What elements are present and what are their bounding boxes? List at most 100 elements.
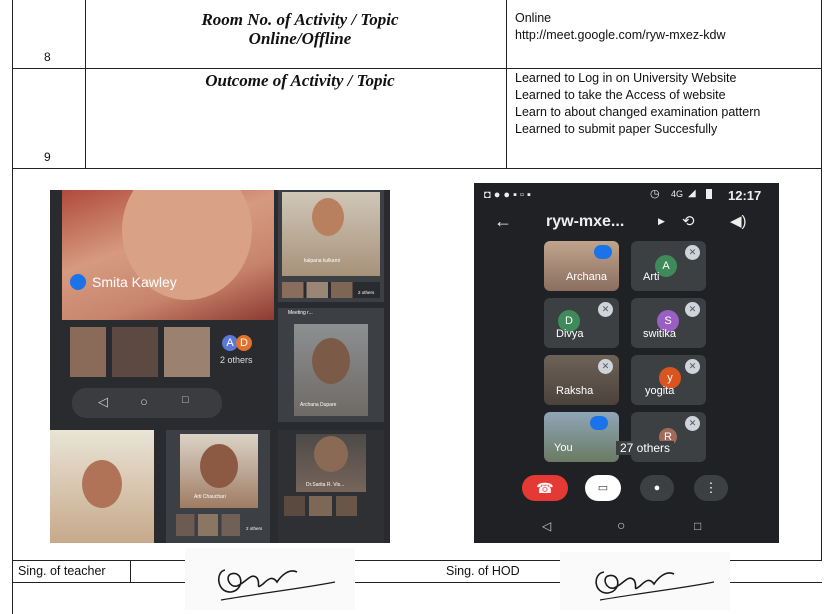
col-divider-2	[506, 0, 507, 168]
participant-tile-arti[interactable]: A ✕ Arti	[631, 241, 706, 291]
thumb-video	[164, 327, 210, 377]
row-9-detail-line: Learned to Log in on University Website	[515, 71, 737, 85]
camera-off-button[interactable]: ▭	[585, 475, 621, 501]
battery-icon	[706, 189, 712, 199]
status-network: 4G	[671, 189, 684, 199]
row-8-detail-line: Online	[515, 11, 552, 25]
participant-tile-you[interactable]: You	[544, 412, 619, 462]
row-8-title-line1: Room No. of Activity / Topic	[201, 10, 399, 29]
participant-face	[312, 198, 344, 236]
tile-name: Divya	[556, 328, 584, 340]
teacher-signature-label: Sing. of teacher	[18, 564, 106, 578]
participant-face	[82, 460, 122, 508]
mic-off-icon: ✕	[598, 359, 613, 374]
participant-face	[314, 436, 348, 472]
row-9-detail-line: Learned to take the Access of website	[515, 88, 726, 102]
teacher-signature	[185, 548, 355, 610]
end-call-button[interactable]: ☎	[522, 475, 568, 501]
mic-off-icon: ✕	[685, 302, 700, 317]
thumb-video	[112, 327, 158, 377]
signal-icon: ◢	[688, 188, 696, 199]
tile-name: Archana	[566, 271, 607, 283]
row-8-title: Room No. of Activity / Topic Online/Offl…	[140, 10, 460, 48]
chevron-right-icon[interactable]: ▶	[658, 216, 665, 227]
row-8-meet-link[interactable]: http://meet.google.com/ryw-mxez-kdw	[515, 27, 726, 44]
home-icon[interactable]: ○	[617, 517, 625, 533]
status-time: 12:17	[728, 188, 762, 203]
hod-signature-label: Sing. of HOD	[446, 564, 520, 578]
thumb-others: 2 others	[246, 526, 263, 531]
participant-tile-kalpana: kalpana kulkarni 2 others	[278, 190, 384, 302]
table-border-left	[12, 0, 13, 614]
row-9-number: 9	[44, 150, 51, 164]
table-border-right	[821, 0, 822, 560]
participant-tile-archana[interactable]: Archana	[544, 241, 619, 291]
participant-tile-archana: Meeting r... Archana Dupare	[278, 308, 384, 422]
home-icon[interactable]: ○	[140, 394, 148, 409]
footer-divider-1	[130, 560, 131, 583]
back-icon[interactable]: ◁	[542, 519, 551, 533]
participant-tile-raksha[interactable]: ✕ Raksha	[544, 355, 619, 405]
row-divider-1	[12, 68, 822, 69]
others-count: 2 others	[220, 355, 253, 365]
mic-active-icon	[70, 274, 86, 290]
tile-name: switika	[643, 328, 677, 340]
thumb-strip	[176, 514, 260, 536]
speaker-name: Smita Kawley	[92, 274, 177, 290]
mic-off-icon: ✕	[685, 359, 700, 374]
meeting-collage-photo: Smita Kawley kalpana kulkarni 2 others A…	[50, 190, 390, 543]
mic-off-icon: ✕	[598, 302, 613, 317]
mic-off-icon: ✕	[685, 245, 700, 260]
participant-label: Archana Dupare	[300, 402, 337, 408]
participant-face	[312, 338, 350, 384]
tile-name: yogita	[645, 385, 675, 397]
main-speaker-tile: Smita Kawley	[62, 190, 274, 320]
tile-name: You	[554, 442, 573, 454]
participant-label: Arti Chauchari	[194, 494, 226, 500]
mic-active-icon	[590, 416, 608, 430]
alarm-icon: ◷	[650, 188, 660, 200]
participant-label: kalpana kulkarni	[304, 258, 341, 264]
speaker-icon[interactable]: ◀)	[730, 212, 747, 230]
thumb-strip	[284, 496, 380, 516]
avatar: D	[236, 335, 252, 351]
hod-signature	[560, 552, 730, 610]
phone-screenshot: ◘ ● ● ▪ ▫ ▪ 4G ◷ ◢ 12:17 ← ryw-mxe... ▶ …	[474, 183, 779, 543]
participant-tile-arti: Arti Chauchari 2 others	[166, 430, 270, 543]
mic-off-icon: ✕	[685, 416, 700, 431]
mic-active-icon	[594, 245, 612, 259]
participant-tile-bottom-1	[50, 430, 154, 543]
participant-label: Dr.Sarita R. Vis...	[306, 482, 345, 488]
back-icon[interactable]: ◁	[98, 394, 108, 410]
recents-icon[interactable]: □	[182, 394, 189, 406]
participant-tile-yogita[interactable]: y ✕ yogita	[631, 355, 706, 405]
thumb-others: 2 others	[358, 290, 375, 295]
others-count[interactable]: 27 others	[616, 441, 675, 455]
back-arrow-icon[interactable]: ←	[494, 211, 512, 232]
thumb-video	[70, 327, 106, 377]
participant-strip: A D 2 others	[62, 325, 274, 380]
col-divider-1	[85, 0, 86, 168]
participant-face	[200, 444, 238, 488]
participant-tile-switika[interactable]: S ✕ switika	[631, 298, 706, 348]
tile-name: Arti	[643, 271, 660, 283]
status-icons: ◘ ● ● ▪ ▫ ▪	[484, 189, 531, 201]
meeting-code[interactable]: ryw-mxe...	[546, 213, 624, 231]
row-9-detail-line: Learn to about changed examination patte…	[515, 105, 761, 119]
recents-icon[interactable]: □	[694, 519, 701, 533]
row-8-number: 8	[44, 50, 51, 64]
more-options-icon[interactable]: ⋮	[694, 475, 728, 501]
participant-tile-sarita: Dr.Sarita R. Vis...	[278, 430, 384, 543]
switch-camera-icon[interactable]: ⟲	[682, 212, 695, 230]
row-8-details: Online http://meet.google.com/ryw-mxez-k…	[515, 10, 726, 44]
participant-tile-divya[interactable]: D ✕ Divya	[544, 298, 619, 348]
mic-button[interactable]: ●	[640, 475, 674, 501]
row-9-title: Outcome of Activity / Topic	[205, 71, 395, 90]
android-nav-bar: ◁ ○ □	[72, 388, 222, 418]
tile-name: Raksha	[556, 385, 594, 397]
row-divider-2	[12, 168, 822, 169]
row-9-details: Learned to Log in on University Website …	[515, 70, 760, 138]
row-8-title-line2: Online/Offline	[248, 29, 352, 48]
meeting-header: Meeting r...	[288, 310, 313, 316]
row-9-detail-line: Learned to submit paper Succesfully	[515, 122, 718, 136]
